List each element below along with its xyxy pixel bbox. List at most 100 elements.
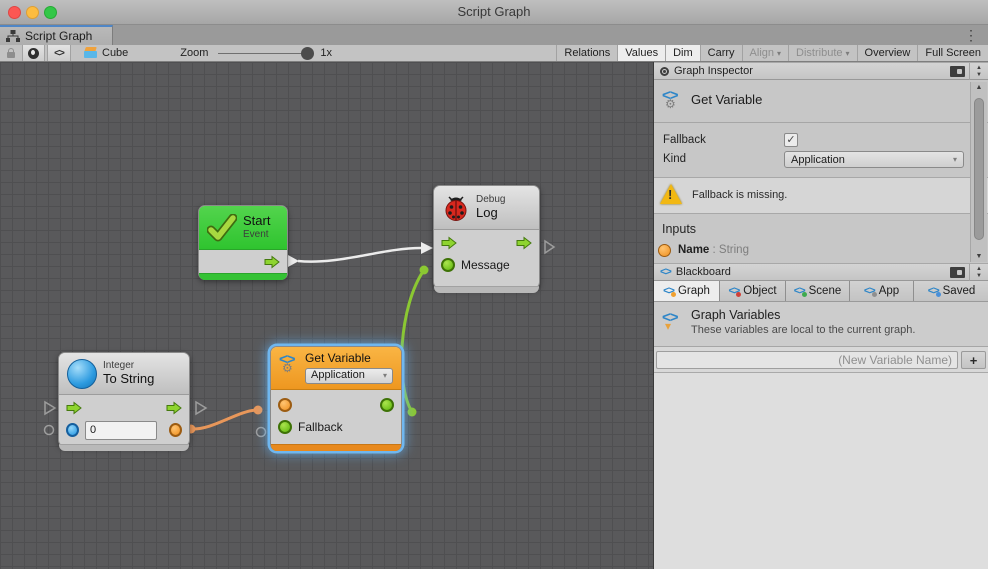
unconnected-value-port[interactable] bbox=[257, 428, 266, 437]
variable-kind-dropdown[interactable]: Application ▾ bbox=[305, 368, 393, 384]
node-subtitle: Event bbox=[243, 229, 270, 241]
variable-icon: <> bbox=[928, 285, 939, 297]
new-variable-input[interactable] bbox=[656, 351, 958, 369]
inspector-header-label: Graph Inspector bbox=[674, 65, 753, 77]
wire-getvar-to-message[interactable] bbox=[402, 270, 424, 412]
relations-button[interactable]: Relations bbox=[556, 45, 617, 61]
variable-icon: <> ⚙ bbox=[279, 352, 299, 376]
flow-output-port[interactable] bbox=[264, 255, 280, 269]
fallback-field-label: Fallback bbox=[663, 134, 706, 146]
zoom-slider-handle[interactable] bbox=[301, 47, 314, 60]
string-output-port[interactable] bbox=[169, 423, 182, 437]
wire-dot bbox=[408, 408, 417, 417]
gear-icon: ⚙ bbox=[282, 361, 293, 375]
target-object-label: Cube bbox=[102, 47, 128, 59]
unconnected-value-port[interactable] bbox=[45, 426, 54, 435]
unconnected-flow-port[interactable] bbox=[45, 402, 55, 414]
scrollbar-thumb[interactable] bbox=[974, 98, 984, 240]
values-button[interactable]: Values bbox=[617, 45, 665, 61]
name-input-port[interactable] bbox=[278, 398, 292, 412]
maximize-panel-icon[interactable] bbox=[950, 66, 965, 77]
integer-type-icon bbox=[67, 359, 97, 389]
graph-canvas[interactable]: Start Event bbox=[0, 62, 653, 569]
value-output-port[interactable] bbox=[380, 398, 394, 412]
node-title: Get Variable bbox=[305, 352, 393, 366]
tab-app[interactable]: <> App bbox=[850, 281, 914, 301]
new-variable-row: + bbox=[654, 347, 988, 373]
blackboard-header-label: Blackboard bbox=[676, 266, 731, 278]
zoom-to-fit-button[interactable] bbox=[22, 45, 45, 61]
node-get-variable[interactable]: <> ⚙ Get Variable Application ▾ bbox=[270, 346, 402, 451]
wire-start-arrow bbox=[288, 255, 299, 267]
inspector-icon bbox=[660, 67, 669, 76]
fallback-checkbox[interactable]: ✓ bbox=[784, 133, 798, 147]
unconnected-flow-port[interactable] bbox=[545, 241, 554, 253]
blackboard-tabs: <> Graph <> Object <> Scene <> App <> Sa… bbox=[654, 281, 988, 302]
code-icon: <> bbox=[54, 48, 64, 59]
flow-input-port[interactable] bbox=[66, 401, 82, 415]
flow-output-port[interactable] bbox=[516, 236, 532, 250]
fallback-input-port[interactable] bbox=[278, 420, 292, 434]
side-panel: Graph Inspector ▲▼ <> ⚙ Get Variable Fal… bbox=[653, 62, 988, 569]
edit-source-button[interactable]: <> bbox=[47, 45, 71, 61]
kind-dropdown[interactable]: Application ▾ bbox=[784, 151, 964, 168]
lock-button[interactable] bbox=[0, 49, 22, 58]
tab-graph[interactable]: <> Graph bbox=[654, 281, 720, 301]
string-port-icon bbox=[658, 244, 671, 257]
graph-inspector-header[interactable]: Graph Inspector ▲▼ bbox=[654, 62, 988, 80]
integer-value-field[interactable] bbox=[85, 421, 157, 440]
flow-output-port[interactable] bbox=[166, 401, 182, 415]
scroll-down-icon[interactable]: ▼ bbox=[971, 253, 987, 260]
node-integer-to-string[interactable]: Integer To String bbox=[58, 352, 190, 447]
tab-saved[interactable]: <> Saved bbox=[914, 281, 988, 301]
graph-variables-subtitle: These variables are local to the current… bbox=[691, 324, 915, 336]
inspector-title: Get Variable bbox=[691, 92, 762, 107]
node-start-event[interactable]: Start Event bbox=[198, 205, 288, 280]
message-input-port[interactable] bbox=[441, 258, 455, 272]
distribute-button: Distribute▾ bbox=[788, 45, 856, 61]
maximize-panel-icon[interactable] bbox=[950, 267, 965, 278]
wire-int-to-getvar[interactable] bbox=[191, 410, 258, 429]
carry-button[interactable]: Carry bbox=[700, 45, 742, 61]
dim-button[interactable]: Dim bbox=[665, 45, 700, 61]
chevron-down-icon: ▾ bbox=[383, 371, 387, 380]
variable-icon: <> bbox=[728, 285, 739, 297]
integer-input-port[interactable] bbox=[66, 423, 79, 437]
toolbar-right: Relations Values Dim Carry Align▾ Distri… bbox=[556, 45, 988, 61]
more-menu-icon[interactable]: ⋮ bbox=[964, 26, 978, 44]
variable-icon: <> bbox=[794, 285, 805, 297]
inspector-scrollbar[interactable]: ▲ ▼ bbox=[970, 82, 987, 262]
panel-scroll-arrows[interactable]: ▲▼ bbox=[969, 264, 988, 281]
wire-dot bbox=[254, 406, 263, 415]
chevron-down-icon: ▾ bbox=[953, 155, 957, 164]
connection-wires bbox=[0, 62, 653, 569]
panel-scroll-arrows[interactable]: ▲▼ bbox=[969, 63, 988, 80]
checkmark-icon bbox=[207, 214, 237, 242]
get-variable-icon: <> ⚙ bbox=[662, 88, 686, 112]
overview-button[interactable]: Overview bbox=[857, 45, 918, 61]
gear-icon: ⚙ bbox=[665, 97, 676, 111]
zoom-slider[interactable] bbox=[218, 53, 308, 54]
inspector-unit-title: <> ⚙ Get Variable bbox=[654, 80, 988, 123]
add-variable-button[interactable]: + bbox=[961, 351, 986, 369]
script-graph-window: Script Graph Script Graph ⋮ <> Cube Zoom bbox=[0, 0, 988, 569]
node-debug-log[interactable]: Debug Log Message bbox=[433, 185, 540, 289]
blackboard-header[interactable]: <> Blackboard ▲▼ bbox=[654, 263, 988, 281]
tab-script-graph[interactable]: Script Graph bbox=[0, 25, 113, 45]
warning-box: Fallback is missing. bbox=[654, 177, 988, 214]
graph-variables-title: Graph Variables bbox=[691, 308, 780, 322]
wire-start-to-log[interactable] bbox=[298, 248, 421, 262]
variable-icon: <> bbox=[864, 285, 875, 297]
zoom-value: 1x bbox=[320, 47, 332, 59]
tab-object[interactable]: <> Object bbox=[720, 281, 786, 301]
fullscreen-button[interactable]: Full Screen bbox=[917, 45, 988, 61]
warning-text: Fallback is missing. bbox=[692, 189, 787, 201]
panel-empty-area bbox=[654, 373, 988, 569]
window-title: Script Graph bbox=[0, 4, 988, 19]
graph-variables-section: <> ▾ Graph Variables These variables are… bbox=[654, 302, 988, 347]
tab-scene[interactable]: <> Scene bbox=[786, 281, 850, 301]
lock-icon bbox=[7, 52, 15, 58]
unconnected-flow-port[interactable] bbox=[196, 402, 206, 414]
flow-input-port[interactable] bbox=[441, 236, 457, 250]
scroll-up-icon[interactable]: ▲ bbox=[971, 84, 987, 91]
